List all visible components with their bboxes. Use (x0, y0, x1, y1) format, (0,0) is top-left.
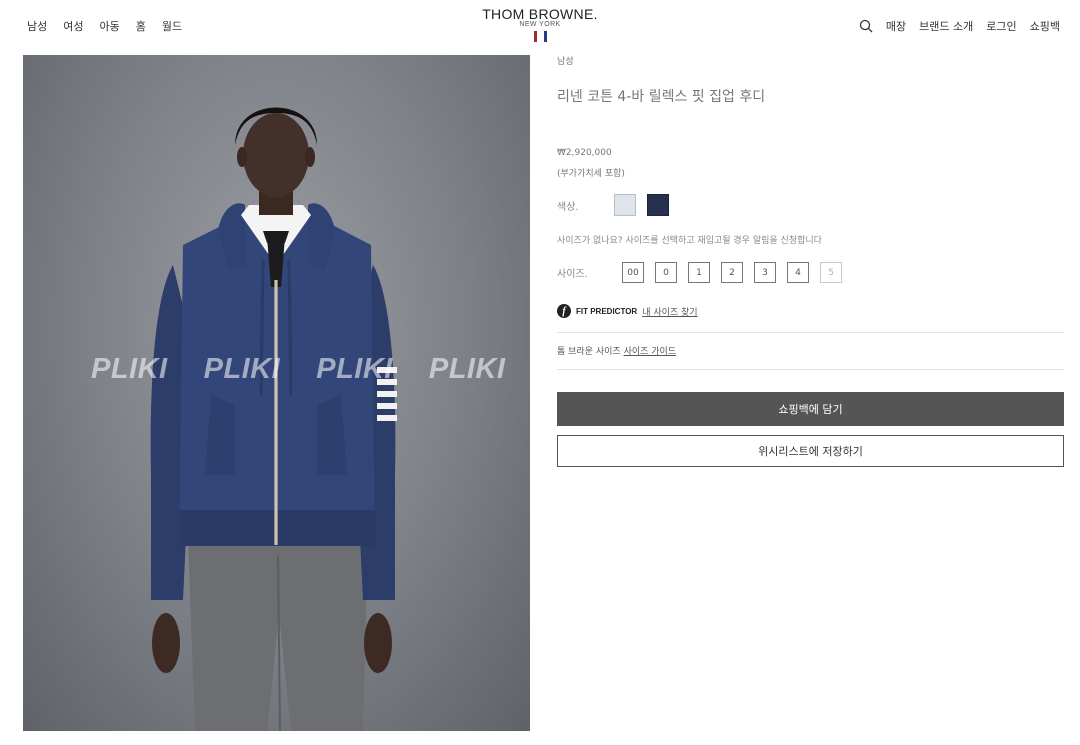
size-guide-link[interactable]: 사이즈 가이드 (624, 347, 677, 357)
color-label: 색상. (557, 202, 579, 213)
fit-predictor-label: FIT PREDICTOR (576, 306, 638, 316)
flag-stripe-red (533, 31, 537, 42)
watermark-text: PLIKI (316, 353, 393, 385)
add-to-wishlist-button[interactable]: 위시리스트에 저장하기 (557, 435, 1064, 467)
nav-item-shopping-bag[interactable]: 쇼핑백 (1030, 18, 1060, 34)
size-option-3[interactable]: 3 (754, 262, 776, 283)
size-option-1[interactable]: 1 (688, 262, 710, 283)
nav-item-stores[interactable]: 매장 (886, 18, 906, 34)
breadcrumb[interactable]: 남성 (557, 54, 574, 67)
search-icon[interactable] (859, 19, 873, 33)
size-option-4[interactable]: 4 (787, 262, 809, 283)
size-selector: 00 0 1 2 3 4 5 (622, 262, 842, 283)
fit-predictor: f FIT PREDICTOR 내 사이즈 찾기 (557, 304, 698, 318)
nav-item-about-brand[interactable]: 브랜드 소개 (919, 18, 973, 34)
flag-stripe-white (538, 31, 542, 42)
size-option-0[interactable]: 0 (655, 262, 677, 283)
size-label: 사이즈. (557, 269, 588, 280)
color-swatch-light-grey[interactable] (614, 194, 636, 216)
product-image[interactable]: PLIKI PLIKI PLIKI PLIKI PL (23, 55, 530, 731)
size-restock-notice[interactable]: 사이즈가 없나요? 사이즈를 선택하고 재입고될 경우 알림을 신청합니다 (557, 233, 822, 246)
size-option-2[interactable]: 2 (721, 262, 743, 283)
divider (557, 332, 1064, 333)
find-my-size-link[interactable]: 내 사이즈 찾기 (642, 305, 697, 318)
product-title: 리넨 코튼 4-바 릴렉스 핏 집업 후디 (557, 89, 766, 105)
divider (557, 369, 1064, 370)
model-photo (150, 107, 397, 731)
size-guide-prefix: 톰 브라운 사이즈 (557, 347, 621, 357)
vat-note: (부가가치세 포함) (557, 169, 625, 179)
site-header: 남성 여성 아동 홈 월드 THOM BROWNE. NEW YORK 매장 브… (0, 0, 1080, 52)
image-watermark: PLIKI PLIKI PLIKI PLIKI PL (23, 353, 530, 386)
size-option-5[interactable]: 5 (820, 262, 842, 283)
watermark-text: PLIKI (428, 353, 506, 385)
product-price: ₩2,920,000 (557, 148, 612, 158)
color-swatch-navy[interactable] (647, 194, 669, 216)
nav-item-login[interactable]: 로그인 (986, 18, 1016, 34)
watermark-text: PLIKI (203, 353, 281, 385)
size-option-00[interactable]: 00 (622, 262, 644, 283)
add-to-bag-button[interactable]: 쇼핑백에 담기 (557, 392, 1064, 426)
utility-nav: 매장 브랜드 소개 로그인 쇼핑백 (859, 18, 1060, 34)
flag-stripe-blue (543, 31, 547, 42)
watermark-text: PLIKI (91, 353, 168, 385)
size-guide-row: 톰 브라운 사이즈 사이즈 가이드 (557, 344, 676, 357)
fit-predictor-icon: f (557, 304, 571, 318)
